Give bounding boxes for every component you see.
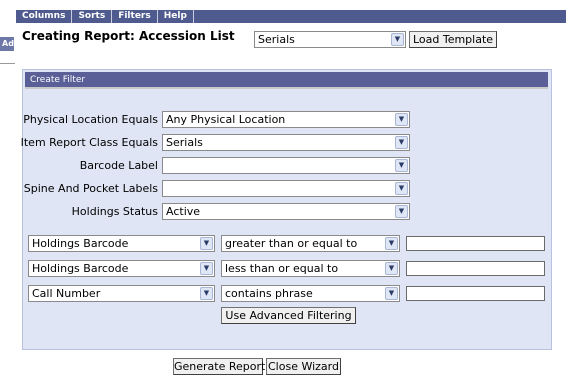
condition-operator-select[interactable]: greater than or equal to ▼ xyxy=(221,235,400,252)
menu-help[interactable]: Help xyxy=(158,10,194,23)
chevron-down-icon: ▼ xyxy=(395,136,408,149)
select-value: greater than or equal to xyxy=(225,237,358,250)
select-value: Any Physical Location xyxy=(166,113,286,126)
generate-report-button[interactable]: Generate Report xyxy=(173,358,265,375)
chevron-down-icon: ▼ xyxy=(385,262,398,275)
template-select-value: Serials xyxy=(258,33,295,46)
advanced-filtering-button[interactable]: Use Advanced Filtering xyxy=(221,307,356,324)
item-report-class-select[interactable]: Serials ▼ xyxy=(162,134,410,151)
page-title: Creating Report: Accession List xyxy=(22,29,235,43)
chevron-down-icon: ▼ xyxy=(395,113,408,126)
select-value: Holdings Barcode xyxy=(32,262,129,275)
condition-operator-select[interactable]: contains phrase ▼ xyxy=(221,285,400,302)
chevron-down-icon: ▼ xyxy=(395,159,408,172)
condition-operator-select[interactable]: less than or equal to ▼ xyxy=(221,260,400,277)
condition-field-select[interactable]: Holdings Barcode ▼ xyxy=(28,260,215,277)
filter-label: Holdings Status xyxy=(71,205,158,218)
select-value: Holdings Barcode xyxy=(32,237,129,250)
condition-value-input[interactable] xyxy=(406,261,545,276)
select-value: Serials xyxy=(166,136,203,149)
chevron-down-icon: ▼ xyxy=(200,262,213,275)
filter-label: Spine And Pocket Labels xyxy=(23,182,158,195)
filter-label: Physical Location Equals xyxy=(23,113,158,126)
chevron-down-icon: ▼ xyxy=(391,33,404,46)
panel-title: Create Filter xyxy=(25,72,548,89)
condition-field-select[interactable]: Call Number ▼ xyxy=(28,285,215,302)
holdings-status-select[interactable]: Active ▼ xyxy=(162,203,410,220)
condition-value-input[interactable] xyxy=(406,236,545,251)
condition-field-select[interactable]: Holdings Barcode ▼ xyxy=(28,235,215,252)
select-value: contains phrase xyxy=(225,287,313,300)
load-template-button[interactable]: Load Template xyxy=(409,31,497,48)
select-value: Call Number xyxy=(32,287,101,300)
close-wizard-button[interactable]: Close Wizard xyxy=(266,358,341,375)
condition-value-input[interactable] xyxy=(406,286,545,301)
menu-columns[interactable]: Columns xyxy=(16,10,73,23)
chevron-down-icon: ▼ xyxy=(395,182,408,195)
chevron-down-icon: ▼ xyxy=(395,205,408,218)
select-value: less than or equal to xyxy=(225,262,339,275)
menu-filters[interactable]: Filters xyxy=(112,10,158,23)
chevron-down-icon: ▼ xyxy=(200,237,213,250)
chevron-down-icon: ▼ xyxy=(385,237,398,250)
menu-sorts[interactable]: Sorts xyxy=(72,10,113,23)
filter-labels: Physical Location Equals Item Report Cla… xyxy=(20,112,158,222)
spine-pocket-labels-select[interactable]: ▼ xyxy=(162,180,410,197)
template-select[interactable]: Serials ▼ xyxy=(254,31,406,48)
filter-label: Item Report Class Equals xyxy=(20,136,158,149)
side-tab-stub[interactable]: Ad xyxy=(0,37,14,51)
physical-location-select[interactable]: Any Physical Location ▼ xyxy=(162,111,410,128)
menu-bar: Columns Sorts Filters Help xyxy=(16,10,566,23)
divider xyxy=(0,63,15,64)
chevron-down-icon: ▼ xyxy=(385,287,398,300)
barcode-label-select[interactable]: ▼ xyxy=(162,157,410,174)
select-value: Active xyxy=(166,205,201,218)
chevron-down-icon: ▼ xyxy=(200,287,213,300)
filter-label: Barcode Label xyxy=(79,159,158,172)
